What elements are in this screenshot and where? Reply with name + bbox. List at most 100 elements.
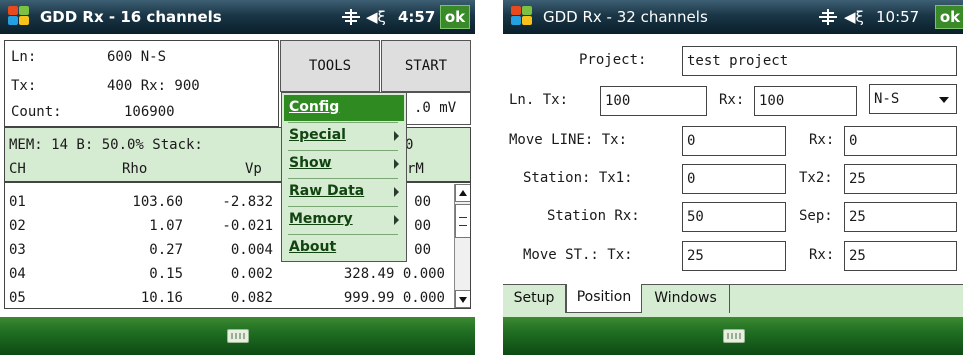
sep-label: Sep: [799,208,833,224]
tools-menu: Config Special Show Raw Data Memory Abou… [281,92,407,262]
menu-item-about-label: About [289,239,337,255]
station-tx1-label: Station: Tx1: [523,170,633,186]
soft-key-bar [0,317,475,355]
cell-tail: 328.49 0.000 [343,266,445,282]
voltage-value: .0 mV [414,100,457,116]
cell-ch: 01 [9,194,26,210]
cell-vp: -0.021 [222,218,273,234]
ln-tx-label: Ln. Tx: [509,92,569,108]
menu-item-memory-label: Memory [289,211,353,227]
menu-item-raw-data-label: Raw Data [289,183,365,199]
cell-vp: 0.002 [230,266,273,282]
window-title: GDD Rx - 32 channels [543,8,708,26]
tab-position[interactable]: Position [566,284,642,313]
sep-input[interactable]: 25 [844,202,957,232]
ln-rx-label: Rx: [719,92,745,108]
tx-label: Tx: [11,78,37,94]
tx2-label: Tx2: [799,170,833,186]
signal-icon [342,9,360,25]
menu-item-special[interactable]: Special [284,123,404,149]
scroll-thumb[interactable] [455,204,470,238]
project-label: Project: [579,52,647,68]
tab-setup[interactable]: Setup [503,285,566,313]
tx2-input[interactable]: 25 [844,164,957,194]
move-line-rx-label: Rx: [809,132,835,148]
project-input[interactable]: test project [682,46,957,76]
tools-button[interactable]: TOOLS [280,40,380,92]
move-st-rx-label: Rx: [809,247,835,263]
cell-rho: 0.27 [149,242,183,258]
cell-vp: 0.082 [230,290,273,306]
menu-item-config[interactable]: Config [284,95,404,121]
voltage-readout: .0 mV [397,92,471,125]
cell-ch: 04 [9,266,26,282]
col-header-rho: Rho [122,161,148,177]
menu-item-show-label: Show [289,155,332,171]
ok-button[interactable]: ok [935,5,963,29]
menu-item-memory[interactable]: Memory [284,207,404,233]
station-rx-input[interactable]: 50 [682,202,786,232]
keyboard-icon[interactable] [723,329,745,343]
cell-rho: 10.16 [140,290,183,306]
scroll-down-arrow-icon[interactable] [455,290,470,308]
move-st-rx-input[interactable]: 25 [844,241,957,271]
start-button[interactable]: START [381,40,471,92]
cell-ch: 02 [9,218,26,234]
soft-key-bar [503,317,963,355]
volume-icon[interactable]: ◀ξ [366,8,386,26]
count-value: 106900 [124,104,175,120]
col-header-vp: Vp [245,161,262,177]
station-rx-label: Station Rx: [547,208,640,224]
scroll-up-arrow-icon[interactable] [455,184,470,202]
menu-item-raw-data[interactable]: Raw Data [284,179,404,205]
move-line-tx-input[interactable]: 0 [682,126,786,156]
window-title: GDD Rx - 16 channels [40,8,222,26]
tab-strip: Setup Position Windows [503,284,963,317]
signal-icon [819,9,837,25]
cell-rho: 0.15 [149,266,183,282]
menu-item-show[interactable]: Show [284,151,404,177]
move-line-tx-label: Move LINE: Tx: [509,132,628,148]
cell-vp: -2.832 [222,194,273,210]
cell-vp: 0.004 [230,242,273,258]
position-form: Project: test project Ln. Tx: 100 Rx: 10… [503,34,963,284]
count-label: Count: [11,104,62,120]
keyboard-icon[interactable] [227,329,249,343]
status-line: MEM: 14 B: 50.0% Stack: [9,137,203,153]
title-bar: GDD Rx - 16 channels ◀ξ 4:57 ok [0,0,475,34]
cell-ch: 03 [9,242,26,258]
volume-icon[interactable]: ◀ξ [844,8,864,26]
windows-start-icon[interactable] [8,6,32,28]
ln-label: Ln: [11,49,37,65]
menu-item-about[interactable]: About [284,235,404,261]
clock-time: 10:57 [876,8,920,26]
menu-item-config-label: Config [289,99,340,115]
info-panel: Ln: 600 N-S Tx: 400 Rx: 900 Count: 10690… [4,40,279,127]
direction-select[interactable]: N-S [869,84,957,114]
cell-rho: 1.07 [149,218,183,234]
station-tx1-input[interactable]: 0 [682,164,786,194]
ln-value: 600 N-S [107,49,167,65]
windows-start-icon[interactable] [511,6,535,28]
cell-tail: 999.99 0.000 [343,290,445,306]
ok-button[interactable]: ok [440,5,470,29]
cell-rho: 103.60 [132,194,183,210]
device-screen-32-channels: GDD Rx - 32 channels ◀ξ 10:57 ok Project… [503,0,963,355]
move-st-tx-input[interactable]: 25 [682,241,786,271]
cell-ch: 05 [9,290,26,306]
title-bar: GDD Rx - 32 channels ◀ξ 10:57 ok [503,0,963,34]
table-scrollbar[interactable] [454,184,470,308]
ln-tx-input[interactable]: 100 [600,86,707,116]
move-st-tx-label: Move ST.: Tx: [523,247,633,263]
col-header-rm: rM [407,161,424,177]
tx-value: 400 Rx: 900 [107,78,200,94]
direction-value: N-S [874,91,900,107]
dropdown-arrow-icon [939,97,949,103]
menu-item-special-label: Special [289,127,346,143]
ln-rx-input[interactable]: 100 [754,86,857,116]
col-header-ch: CH [9,161,26,177]
move-line-rx-input[interactable]: 0 [844,126,957,156]
clock-time: 4:57 [398,8,436,26]
tab-windows[interactable]: Windows [642,285,730,313]
device-screen-16-channels: GDD Rx - 16 channels ◀ξ 4:57 ok Ln: 600 … [0,0,475,355]
